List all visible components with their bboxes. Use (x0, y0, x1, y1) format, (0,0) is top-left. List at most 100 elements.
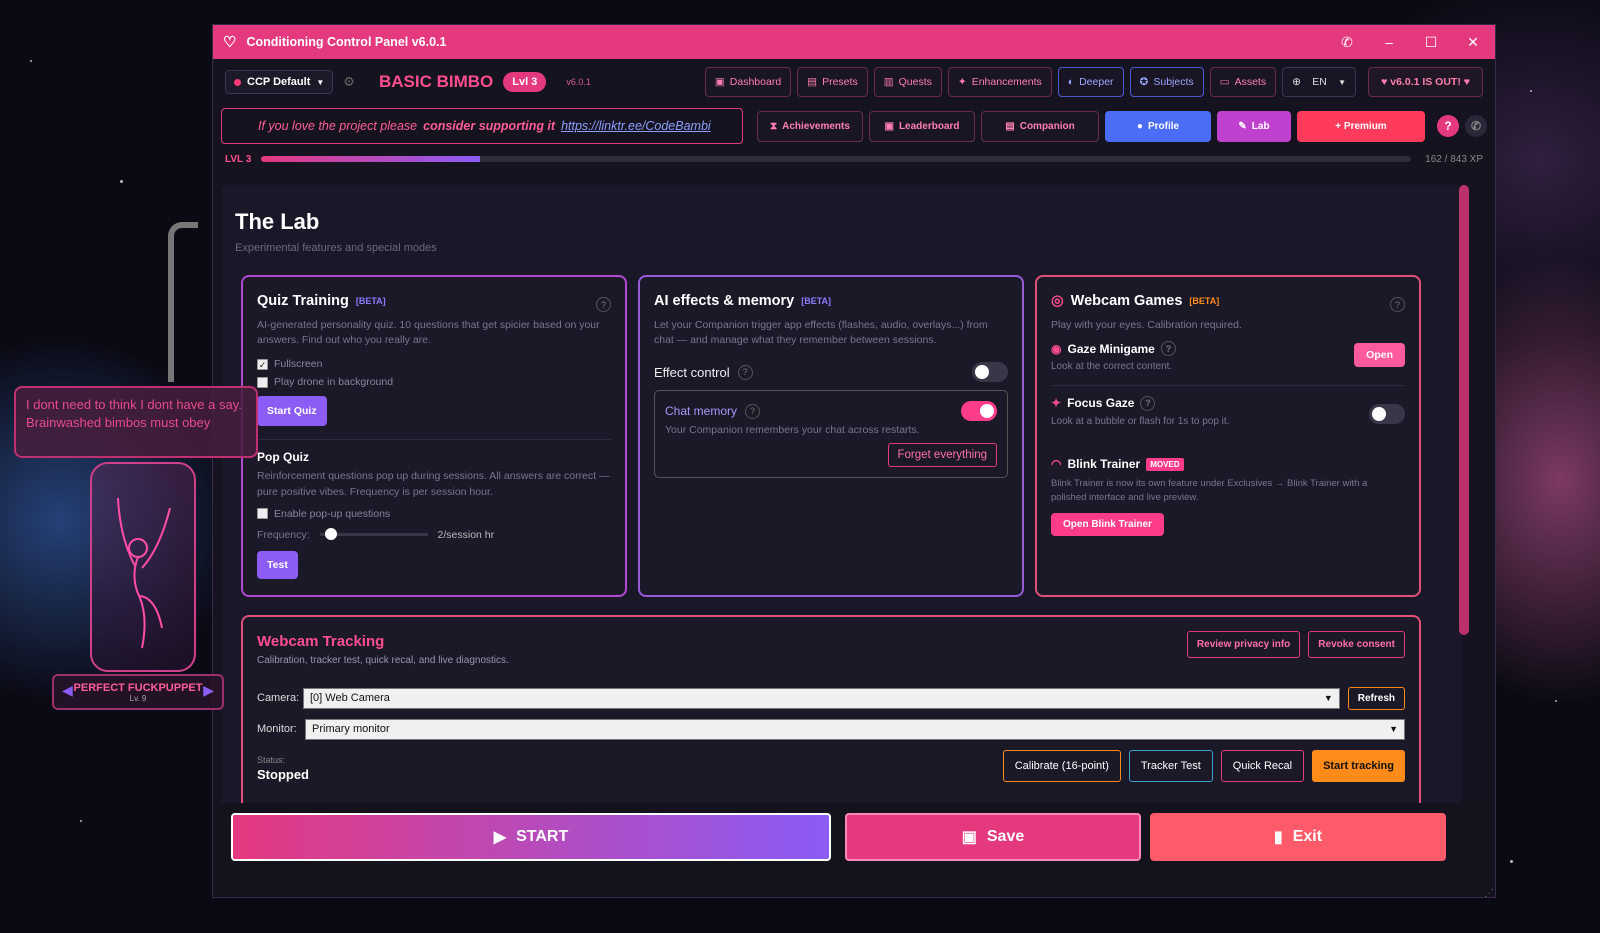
companion-pedestal: ◀ PERFECT FUCKPUPPET Lv. 9 ▶ (52, 674, 224, 710)
tab-lab[interactable]: ✎ Lab (1217, 110, 1291, 142)
preset-label: CCP Default (247, 76, 311, 88)
gaze-title: Gaze Minigame (1067, 341, 1155, 356)
target-icon: ◎ (1051, 293, 1064, 309)
save-button[interactable]: ▣ Save (845, 813, 1141, 861)
refresh-button[interactable]: Refresh (1347, 686, 1405, 710)
chat-memory-toggle[interactable] (961, 401, 997, 422)
start-button[interactable]: ▶ START (231, 813, 831, 861)
toggle-knob (975, 365, 989, 380)
start-tracking-button[interactable]: Start tracking (1312, 749, 1405, 782)
chat-memory-box: Chat memory ? Your Companion remembers y… (654, 390, 1008, 479)
maximize-button[interactable]: ☐ (1419, 34, 1443, 51)
nav-assets[interactable]: ▭ Assets (1209, 67, 1277, 97)
help-icon[interactable]: ? (596, 297, 611, 312)
next-arrow-icon[interactable]: ▶ (203, 682, 214, 699)
tab-leaderboard[interactable]: ▣ Leaderboard (869, 110, 975, 142)
forget-everything-button[interactable]: Forget everything (887, 443, 997, 468)
moved-badge: MOVED (1146, 457, 1184, 471)
nav-subjects[interactable]: ✪ Subjects (1129, 67, 1204, 97)
language-select[interactable]: ⊕ EN ▼ (1282, 67, 1357, 97)
nav-label: Subjects (1153, 76, 1194, 88)
prev-arrow-icon[interactable]: ◀ (62, 682, 73, 699)
support-link[interactable]: https://linktr.ee/CodeBambi (561, 119, 711, 133)
nav-deeper[interactable]: ◐ Deeper (1057, 67, 1124, 97)
phone-icon[interactable]: ✆ (1335, 34, 1359, 51)
review-privacy-button[interactable]: Review privacy info (1186, 631, 1301, 658)
preset-dropdown[interactable]: CCP Default ▼ (225, 70, 334, 94)
frequency-slider[interactable] (319, 528, 428, 541)
checkbox-label: Play drone in background (274, 376, 394, 389)
webcam-tracking-card: Webcam Tracking Calibration, tracker tes… (241, 615, 1421, 815)
companion-tube[interactable] (90, 462, 196, 672)
help-button[interactable]: ? (1437, 115, 1459, 137)
checkbox-label: Fullscreen (274, 358, 323, 371)
beta-badge: [BETA] (1189, 296, 1220, 306)
start-quiz-button[interactable]: Start Quiz (257, 396, 327, 427)
tracker-test-button[interactable]: Tracker Test (1128, 749, 1213, 782)
help-icon[interactable]: ? (745, 403, 761, 419)
trophy-icon: ⧗ (770, 120, 778, 132)
help-icon[interactable]: ? (737, 364, 753, 380)
close-button[interactable]: ✕ (1461, 34, 1485, 51)
slider-thumb[interactable] (324, 528, 337, 541)
tab-companion[interactable]: ▤ Companion (981, 110, 1099, 142)
scrollbar[interactable] (1459, 185, 1469, 635)
nav-label: Quests (898, 76, 932, 88)
frequency-label: Frequency: (257, 528, 310, 541)
focus-title: Focus Gaze (1067, 396, 1135, 411)
tab-label: Achievements (782, 120, 850, 132)
drone-checkbox[interactable]: Play drone in background (257, 376, 611, 388)
nav-label: Presets (822, 76, 858, 88)
checkbox-label: Enable pop-up questions (274, 507, 391, 520)
sparkle-icon: ✦ (957, 76, 967, 88)
nav-label: Assets (1234, 76, 1267, 88)
tab-label: Leaderboard (898, 120, 960, 132)
focus-gaze-toggle[interactable] (1369, 403, 1405, 424)
help-icon[interactable]: ? (1160, 341, 1176, 357)
globe-icon: ⊕ (1292, 76, 1301, 88)
open-blink-trainer-button[interactable]: Open Blink Trainer (1051, 512, 1164, 536)
resize-grip-icon[interactable]: ⋰ (1484, 888, 1494, 899)
pop-quiz-description: Reinforcement questions pop up during se… (257, 470, 610, 498)
monitor-select[interactable]: Primary monitor ▼ (305, 718, 1405, 740)
nav-dashboard[interactable]: ▣ Dashboard (704, 67, 792, 97)
effect-control-toggle[interactable] (972, 362, 1008, 383)
pen-icon: ✎ (1238, 120, 1247, 132)
revoke-consent-button[interactable]: Revoke consent (1308, 631, 1405, 658)
settings-icon[interactable]: ⚙ (343, 74, 355, 90)
new-version-button[interactable]: ♥ v6.0.1 IS OUT! ♥ (1368, 67, 1483, 97)
enable-popup-checkbox[interactable]: Enable pop-up questions (257, 508, 611, 520)
link-icon[interactable]: ✆ (1465, 115, 1487, 137)
companion-figure-icon (117, 497, 171, 649)
quick-recal-button[interactable]: Quick Recal (1220, 749, 1305, 782)
minimize-button[interactable]: – (1377, 34, 1401, 50)
support-text: If you love the project please (258, 119, 418, 133)
beta-badge: [BETA] (355, 296, 386, 306)
card-title: Quiz Training (257, 293, 349, 309)
nav-label: Deeper (1079, 76, 1114, 88)
gaze-icon: ◉ (1051, 341, 1062, 356)
level-badge: Lvl 3 (503, 72, 547, 92)
nav-enhancements[interactable]: ✦ Enhancements (947, 67, 1052, 97)
nav-presets[interactable]: ▤ Presets (797, 67, 868, 97)
nav-quests[interactable]: ▥ Quests (873, 67, 942, 97)
tab-profile[interactable]: ● Profile (1105, 110, 1211, 142)
beta-badge: [BETA] (801, 296, 832, 306)
dashboard-icon: ▣ (714, 76, 725, 88)
camera-label: Camera: (257, 692, 300, 704)
fullscreen-checkbox[interactable]: ✓ Fullscreen (257, 358, 611, 370)
tab-label: + Premium (1335, 120, 1387, 132)
camera-select[interactable]: [0] Web Camera ▼ (303, 687, 1340, 709)
tab-premium[interactable]: + Premium (1297, 110, 1425, 142)
play-icon: ▶ (493, 829, 507, 846)
blink-description: Blink Trainer is now its own feature und… (1051, 478, 1368, 503)
exit-button[interactable]: ▮ Exit (1150, 813, 1446, 861)
help-icon[interactable]: ? (1390, 297, 1405, 312)
exit-label: Exit (1292, 828, 1323, 845)
companion-icon: ▤ (1005, 120, 1015, 132)
open-gaze-button[interactable]: Open (1354, 343, 1405, 368)
help-icon[interactable]: ? (1140, 395, 1156, 411)
test-button[interactable]: Test (257, 550, 298, 579)
tab-achievements[interactable]: ⧗ Achievements (757, 110, 863, 142)
calibrate-button[interactable]: Calibrate (16-point) (1002, 749, 1121, 782)
